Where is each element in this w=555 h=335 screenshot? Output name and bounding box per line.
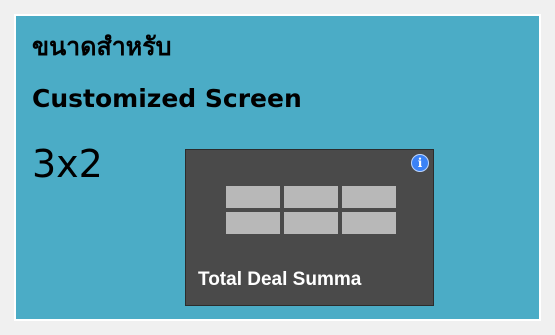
grid-cell — [342, 212, 396, 234]
heading-thai: ขนาดสำหรับ — [32, 32, 172, 61]
dashboard-tile[interactable]: Total Deal Summa i — [185, 149, 434, 306]
screen-size-label: 3x2 — [32, 142, 103, 186]
heading-english: Customized Screen — [32, 84, 302, 113]
grid-cell — [284, 186, 338, 208]
grid-cell — [226, 212, 280, 234]
info-icon[interactable]: i — [411, 154, 429, 172]
layout-grid-icon — [226, 186, 397, 234]
grid-cell — [342, 186, 396, 208]
grid-cell — [226, 186, 280, 208]
tile-title: Total Deal Summa — [198, 269, 362, 290]
grid-cell — [284, 212, 338, 234]
